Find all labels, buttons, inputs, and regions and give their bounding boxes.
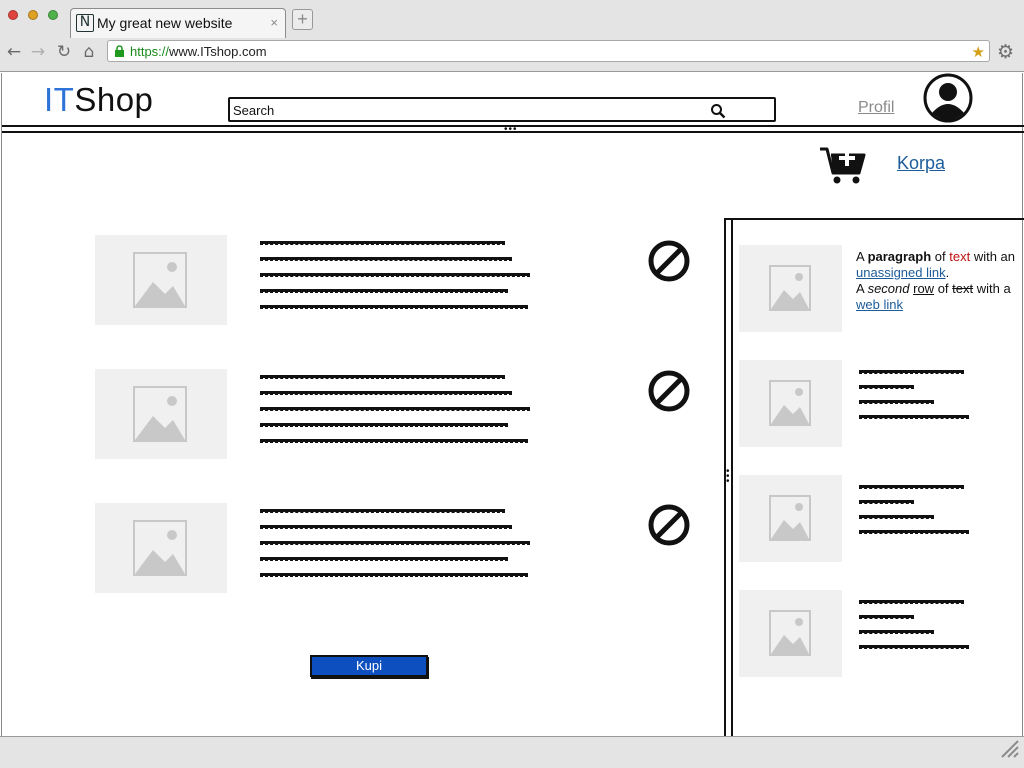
image-placeholder-icon (739, 245, 842, 332)
sidebar-resize-grip-icon[interactable]: • • • (726, 467, 730, 487)
tab-title: My great new website (97, 15, 233, 31)
cart-product-row (95, 235, 695, 327)
sidebar-divider (731, 218, 733, 738)
resize-grip-icon[interactable] (1000, 739, 1020, 764)
sidebar-item[interactable] (739, 590, 1019, 678)
settings-icon[interactable]: ⚙ (997, 41, 1014, 63)
bookmark-star-icon[interactable]: ★ (972, 43, 985, 61)
page-content: ITShop Profil ••• Korpa (1, 73, 1024, 738)
profil-link[interactable]: Profil (858, 99, 894, 117)
product-description-text (260, 241, 535, 321)
sidebar-item[interactable]: A paragraph of text with an unassigned l… (739, 245, 1019, 333)
close-window-button[interactable] (8, 10, 18, 20)
search-box[interactable] (228, 97, 776, 122)
image-placeholder-icon (95, 235, 227, 325)
search-input[interactable] (233, 101, 703, 119)
reload-icon[interactable]: ↻ (54, 42, 74, 62)
sidebar-top-border (726, 218, 1024, 220)
product-description-text (260, 509, 535, 589)
sidebar-item[interactable] (739, 360, 1019, 448)
favicon-icon: N (76, 14, 94, 32)
kupi-button[interactable]: Kupi (310, 655, 428, 677)
site-logo[interactable]: ITShop (44, 81, 153, 119)
status-bar (0, 736, 1024, 768)
back-icon[interactable]: ← (4, 42, 24, 62)
image-placeholder-icon (95, 503, 227, 593)
tab-close-icon[interactable]: × (270, 15, 278, 30)
korpa-link[interactable]: Korpa (897, 153, 945, 174)
no-entry-icon[interactable] (647, 239, 691, 288)
cart-product-row (95, 503, 695, 595)
minimize-window-button[interactable] (28, 10, 38, 20)
web-link[interactable]: web link (856, 297, 903, 312)
image-placeholder-icon (739, 590, 842, 677)
browser-chrome: N My great new website × + ← → ↻ ⌂ https… (0, 0, 1024, 72)
sidebar-item-text (859, 370, 974, 430)
add-to-cart-icon[interactable] (819, 145, 867, 190)
header-divider-lower (2, 131, 1024, 133)
search-icon[interactable] (710, 103, 726, 124)
cart-product-row (95, 369, 695, 461)
image-placeholder-icon (739, 475, 842, 562)
sidebar-item-text (859, 600, 974, 660)
home-icon[interactable]: ⌂ (79, 42, 99, 62)
image-placeholder-icon (739, 360, 842, 447)
product-description-text (260, 375, 535, 455)
no-entry-icon[interactable] (647, 503, 691, 552)
lock-icon (114, 45, 125, 63)
maximize-window-button[interactable] (48, 10, 58, 20)
unassigned-link[interactable]: unassigned link (856, 265, 946, 280)
no-entry-icon[interactable] (647, 369, 691, 418)
browser-tab[interactable]: N My great new website × (70, 8, 286, 38)
navigation-bar: ← → ↻ ⌂ https://www.ITshop.com ★ ⚙ (0, 38, 1024, 68)
sidebar-item[interactable] (739, 475, 1019, 563)
forward-icon[interactable]: → (28, 42, 48, 62)
new-tab-button[interactable]: + (292, 9, 313, 30)
avatar-icon[interactable] (923, 73, 973, 123)
sidebar-paragraph: A paragraph of text with an unassigned l… (856, 249, 1016, 312)
image-placeholder-icon (95, 369, 227, 459)
address-bar[interactable]: https://www.ITshop.com ★ (107, 40, 990, 62)
sidebar-item-text (859, 485, 974, 545)
url-text: https://www.ITshop.com (130, 44, 267, 59)
